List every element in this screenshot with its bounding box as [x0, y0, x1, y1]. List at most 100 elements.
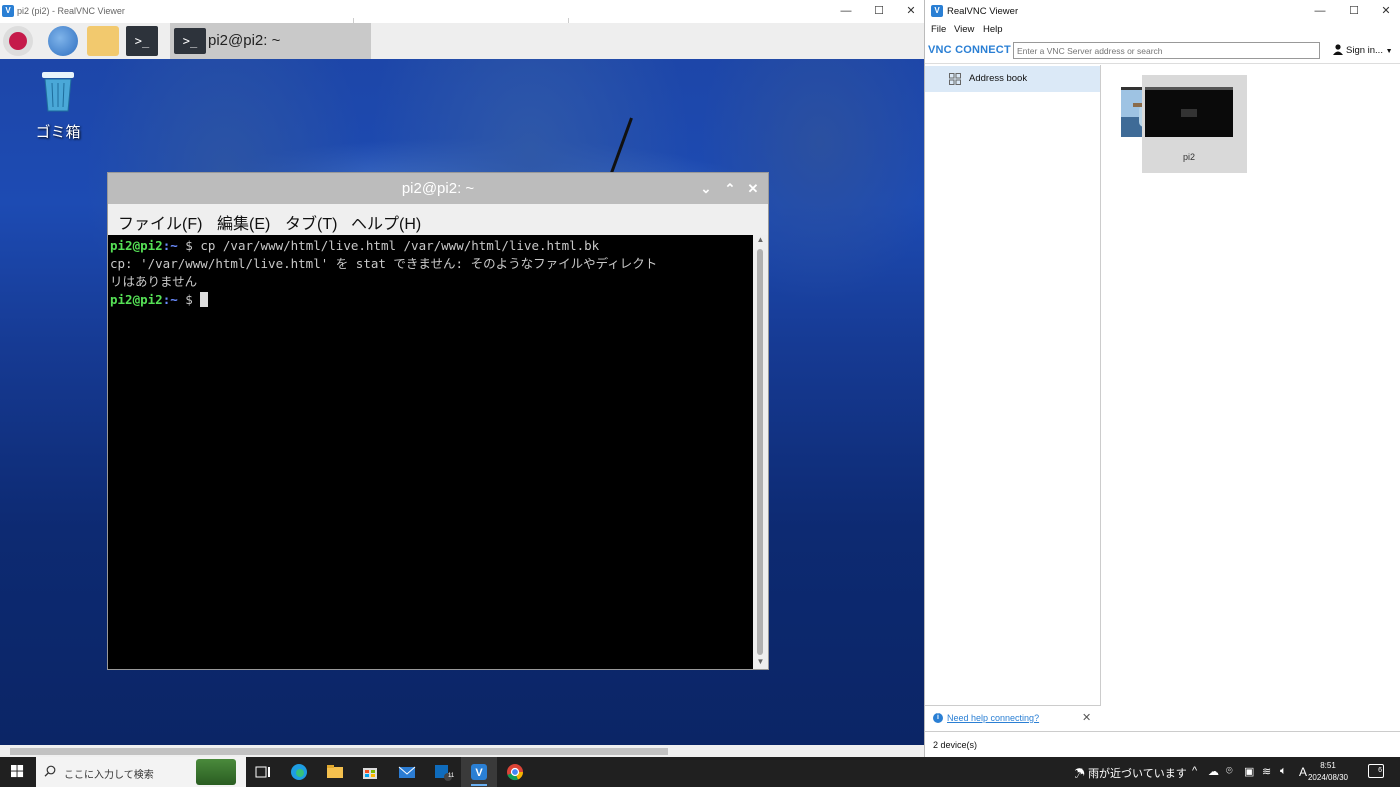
- terminal-line: pi2@pi2:~ $: [110, 291, 751, 309]
- menu-view[interactable]: View: [954, 24, 974, 35]
- weather-widget[interactable]: ☂ 雨が近づいています: [1074, 765, 1187, 781]
- menu-edit[interactable]: 編集(E): [217, 210, 270, 234]
- terminal-titlebar[interactable]: pi2@pi2: ~ ⌄ ⌃ ✕: [108, 173, 768, 204]
- display-icon[interactable]: ▣: [1244, 765, 1254, 778]
- raspberry-menu-icon[interactable]: [3, 26, 33, 56]
- minimize-button[interactable]: —: [829, 0, 863, 23]
- vnc-connect-logo: VNC CONNECT: [928, 44, 1011, 56]
- close-button[interactable]: ✕: [894, 0, 928, 23]
- taskbar-realvnc[interactable]: V: [461, 757, 497, 787]
- menu-file[interactable]: ファイル(F): [118, 210, 202, 234]
- sign-in-button[interactable]: Sign in... ▼: [1333, 44, 1393, 56]
- notification-center-icon[interactable]: 6: [1368, 764, 1384, 778]
- taskbar-store[interactable]: [352, 757, 388, 787]
- address-book-icon: [949, 73, 961, 85]
- terminal-line: リはありません: [110, 274, 198, 289]
- address-book-panel: pi pi2: [1102, 65, 1400, 731]
- realvnc-app-icon: V: [471, 764, 487, 780]
- minimize-button[interactable]: —: [1303, 0, 1337, 22]
- terminal-title: pi2@pi2: ~: [401, 180, 475, 197]
- search-highlight-image: [196, 759, 236, 785]
- maximize-button[interactable]: ☐: [862, 0, 896, 23]
- realvnc-viewer-window: V RealVNC Viewer — ☐ ✕ File View Help VN…: [924, 0, 1400, 757]
- terminal-scrollbar[interactable]: ▲ ▼: [753, 235, 768, 669]
- viewer-statusbar: 2 device(s): [925, 731, 1400, 757]
- camera-icon[interactable]: ⌾: [1226, 765, 1233, 778]
- terminal-output[interactable]: pi2@pi2:~ $ cp /var/www/html/live.html /…: [108, 235, 753, 669]
- store-icon: [363, 768, 377, 779]
- device-name: pi2: [1182, 152, 1195, 162]
- menu-tab[interactable]: タブ(T): [285, 210, 337, 234]
- realvnc-app-icon: V: [931, 5, 943, 17]
- scrollbar-thumb[interactable]: [10, 748, 668, 755]
- vnc-window-title: pi2 (pi2) - RealVNC Viewer: [17, 6, 125, 16]
- clock-date: 2024/08/30: [1307, 773, 1349, 782]
- maximize-button[interactable]: ☐: [1337, 0, 1371, 22]
- terminal-window[interactable]: pi2@pi2: ~ ⌄ ⌃ ✕ ファイル(F) 編集(E) タブ(T) ヘルプ…: [107, 172, 769, 670]
- taskbar-mail[interactable]: [389, 757, 425, 787]
- viewer-title: RealVNC Viewer: [947, 6, 1019, 17]
- taskbar-terminal-task[interactable]: >_ pi2@pi2: ~: [170, 23, 371, 59]
- viewer-menubar: File View Help: [925, 22, 1400, 38]
- trash-label: ゴミ箱: [35, 124, 81, 141]
- search-icon: [44, 765, 56, 777]
- windows-logo-icon: [11, 765, 24, 778]
- file-manager-icon[interactable]: [87, 26, 119, 56]
- start-button[interactable]: [0, 757, 36, 787]
- taskbar-search-box[interactable]: ここに入力して検索: [36, 757, 246, 787]
- remote-desktop[interactable]: >_ >_ pi2@pi2: ~ ゴミ箱 pi2@pi2: ~ ⌄ ⌃ ✕ ファ…: [0, 23, 924, 745]
- trash-desktop-icon[interactable]: ゴミ箱: [28, 68, 88, 142]
- pi-taskbar: >_ >_ pi2@pi2: ~: [0, 23, 924, 59]
- clock-time: 8:51: [1320, 761, 1336, 770]
- terminal-launcher-icon[interactable]: >_: [126, 26, 158, 56]
- chrome-icon: [507, 764, 524, 781]
- folder-icon: [327, 765, 343, 778]
- mail-badge: 11: [448, 773, 455, 779]
- taskbar-outlook[interactable]: 11: [425, 757, 461, 787]
- help-bar: i Need help connecting? ✕: [925, 705, 1101, 731]
- terminal-line: pi2@pi2:~ $ cp /var/www/html/live.html /…: [110, 238, 600, 253]
- wifi-icon[interactable]: ≋: [1262, 765, 1271, 778]
- device-tile-pi2[interactable]: pi2: [1142, 75, 1247, 173]
- menu-help[interactable]: Help: [983, 24, 1003, 35]
- info-icon: i: [933, 713, 943, 723]
- menu-help[interactable]: ヘルプ(H): [351, 210, 421, 234]
- person-icon: [1333, 44, 1343, 55]
- server-search-input[interactable]: [1013, 42, 1320, 59]
- menu-file[interactable]: File: [931, 24, 946, 35]
- taskbar-explorer[interactable]: [317, 757, 353, 787]
- terminal-icon: >_: [174, 28, 206, 54]
- close-icon[interactable]: ✕: [1082, 711, 1091, 724]
- terminal-line: cp: '/var/www/html/live.html' を stat できま…: [110, 256, 658, 271]
- task-view-button[interactable]: [245, 757, 281, 787]
- taskbar-chrome[interactable]: [497, 757, 533, 787]
- chevron-up-icon[interactable]: ^: [1192, 765, 1197, 777]
- close-icon[interactable]: ✕: [741, 173, 765, 204]
- sidebar-item-address-book[interactable]: Address book: [925, 66, 1100, 92]
- vnc-horizontal-scrollbar[interactable]: [0, 745, 924, 757]
- cloud-icon[interactable]: ☁: [1208, 765, 1219, 778]
- task-label: pi2@pi2: ~: [208, 32, 281, 49]
- sidebar-item-label: Address book: [969, 73, 1028, 84]
- volume-icon[interactable]: 🔈︎: [1280, 765, 1287, 778]
- viewer-titlebar: V RealVNC Viewer — ☐ ✕: [925, 0, 1400, 22]
- device-thumbnail: [1145, 87, 1233, 137]
- viewer-toolbar: VNC CONNECT Sign in... ▼: [925, 38, 1400, 64]
- taskbar-edge[interactable]: [281, 757, 317, 787]
- windows-taskbar: ここに入力して検索 11 V ☂ 雨が近づいています ^ ☁ ⌾ ▣ ≋ 🔈︎ …: [0, 757, 1400, 787]
- scrollbar-thumb[interactable]: [757, 249, 763, 655]
- vnc-window: V pi2 (pi2) - RealVNC Viewer — ☐ ✕ >_ >_…: [0, 0, 924, 757]
- web-browser-icon[interactable]: [48, 26, 78, 56]
- edge-icon: [291, 764, 307, 780]
- search-placeholder: ここに入力して検索: [64, 770, 154, 781]
- close-button[interactable]: ✕: [1369, 0, 1400, 22]
- taskbar-clock[interactable]: 8:51 2024/08/30: [1300, 760, 1356, 784]
- scroll-up-icon[interactable]: ▲: [753, 235, 768, 247]
- chevron-down-icon[interactable]: ⌄: [694, 173, 718, 204]
- umbrella-icon: ☂: [1074, 768, 1085, 780]
- scroll-down-icon[interactable]: ▼: [753, 657, 768, 669]
- chevron-up-icon[interactable]: ⌃: [718, 173, 742, 204]
- help-link[interactable]: Need help connecting?: [947, 713, 1039, 723]
- chevron-down-icon: ▼: [1385, 48, 1393, 55]
- svg-text:V: V: [475, 767, 483, 779]
